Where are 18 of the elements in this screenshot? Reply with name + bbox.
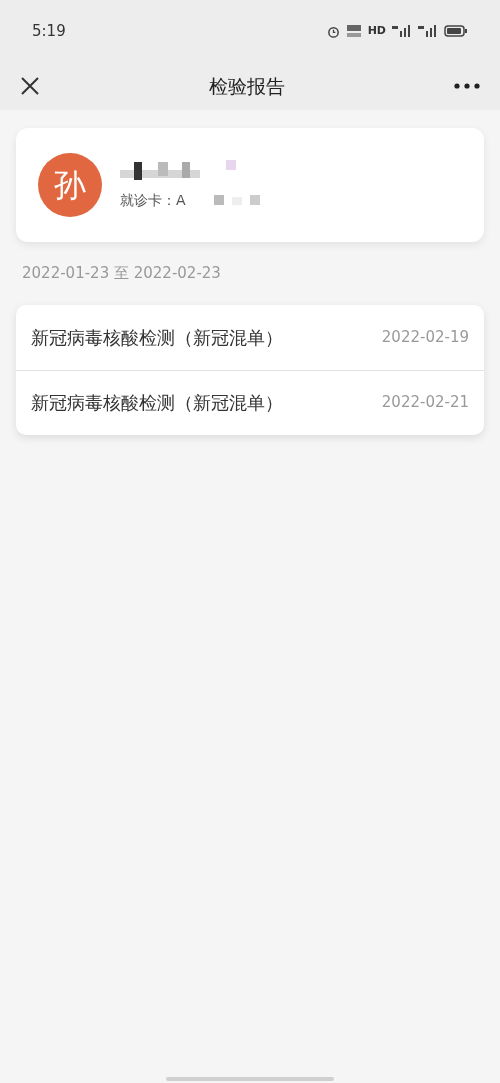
battery-icon bbox=[444, 25, 468, 37]
report-name: 新冠病毒核酸检测（新冠混单） bbox=[31, 391, 283, 415]
alarm-icon bbox=[326, 24, 340, 38]
signal-icon bbox=[418, 25, 438, 37]
report-date: 2022-02-19 bbox=[381, 326, 469, 348]
report-item[interactable]: 新冠病毒核酸检测（新冠混单） 2022-02-21 bbox=[16, 369, 484, 435]
close-icon bbox=[20, 76, 40, 96]
report-name: 新冠病毒核酸检测（新冠混单） bbox=[31, 325, 283, 350]
status-time: 5:19 bbox=[32, 20, 66, 42]
patient-avatar: 孙 bbox=[38, 153, 102, 217]
signal-icon bbox=[392, 25, 412, 37]
page-title: 检验报告 bbox=[209, 73, 285, 99]
date-range: 2022-01-23 至 2022-02-23 bbox=[22, 263, 222, 284]
card-number-label: 就诊卡：A bbox=[120, 190, 186, 210]
hd-label: HD bbox=[367, 22, 386, 39]
report-date: 2022-02-21 bbox=[381, 392, 469, 414]
report-item[interactable]: 新冠病毒核酸检测（新冠混单） 2022-02-19 bbox=[16, 304, 484, 370]
more-icon bbox=[454, 83, 480, 89]
